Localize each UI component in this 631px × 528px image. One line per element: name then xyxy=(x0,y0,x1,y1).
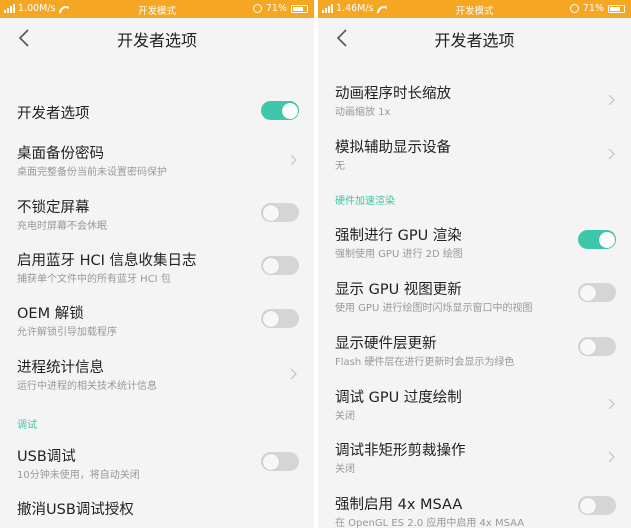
setting-subtitle: 允许解锁引导加载程序 xyxy=(17,327,117,338)
alarm-icon xyxy=(569,4,579,13)
settings-list: 开发者选项 桌面备份密码 桌面完整备份当前未设置密码保护 不锁定屏幕 充电时屏幕… xyxy=(0,58,314,528)
setting-title: USB调试 xyxy=(17,449,76,465)
show-hardware-layer-updates-toggle[interactable] xyxy=(578,337,616,356)
setting-title: 启用蓝牙 HCI 信息收集日志 xyxy=(17,253,197,269)
setting-stay-awake[interactable]: 不锁定屏幕 充电时屏幕不会休眠 xyxy=(0,192,314,236)
section-header-hardware-rendering: 硬件加速渲染 xyxy=(335,196,395,207)
setting-subtitle: 无 xyxy=(335,161,345,172)
setting-subtitle: 10分钟未使用，将自动关闭 xyxy=(17,470,140,481)
setting-subtitle: 关闭 xyxy=(335,411,355,422)
setting-subtitle: 使用 GPU 进行绘图时闪烁显示窗口中的视图 xyxy=(335,303,533,314)
setting-oem-unlock[interactable]: OEM 解锁 允许解锁引导加载程序 xyxy=(0,298,314,342)
setting-subtitle: 动画缩放 1x xyxy=(335,107,391,118)
setting-title: 强制进行 GPU 渲染 xyxy=(335,228,462,244)
status-bar: 1.46M/s 开发模式 71% xyxy=(318,0,631,18)
show-gpu-view-updates-toggle[interactable] xyxy=(578,283,616,302)
section-header-debug: 调试 xyxy=(17,420,37,431)
setting-debug-non-rect-clip[interactable]: 调试非矩形剪裁操作 关闭 xyxy=(318,435,631,479)
setting-subtitle: 充电时屏幕不会休眠 xyxy=(17,221,107,232)
left-screen: 1.00M/s 开发模式 71% 开发者选项 开发者选项 桌面备份密码 桌面完整… xyxy=(0,0,314,528)
setting-title: 桌面备份密码 xyxy=(17,146,104,162)
setting-title: 撤消USB调试授权 xyxy=(17,502,134,518)
chevron-right-icon xyxy=(608,451,615,463)
setting-title: 模拟辅助显示设备 xyxy=(335,140,451,156)
alarm-icon xyxy=(252,4,262,13)
setting-subtitle: 强制使用 GPU 进行 2D 绘图 xyxy=(335,249,463,260)
chevron-right-icon xyxy=(290,154,297,166)
battery-percent: 71% xyxy=(265,3,287,14)
stay-awake-toggle[interactable] xyxy=(261,203,299,222)
battery-icon xyxy=(608,4,625,13)
developer-options-toggle[interactable] xyxy=(261,101,299,120)
page-title: 开发者选项 xyxy=(434,31,515,50)
right-screen: 1.46M/s 开发模式 71% 开发者选项 动画程序时长缩放 动画缩放 1x … xyxy=(318,0,631,528)
setting-title: 调试 GPU 过度绘制 xyxy=(335,390,462,406)
chevron-right-icon xyxy=(608,398,615,410)
setting-subtitle: 桌面完整备份当前未设置密码保护 xyxy=(17,167,167,178)
nav-bar: 开发者选项 xyxy=(0,18,314,58)
setting-title: 调试非矩形剪裁操作 xyxy=(335,443,466,459)
oem-unlock-toggle[interactable] xyxy=(261,309,299,328)
page-title: 开发者选项 xyxy=(116,31,197,50)
setting-force-gpu-rendering[interactable]: 强制进行 GPU 渲染 强制使用 GPU 进行 2D 绘图 xyxy=(318,220,631,264)
force-gpu-rendering-toggle[interactable] xyxy=(578,230,616,249)
setting-revoke-usb-auth[interactable]: 撤消USB调试授权 xyxy=(0,494,314,528)
setting-show-gpu-view-updates[interactable]: 显示 GPU 视图更新 使用 GPU 进行绘图时闪烁显示窗口中的视图 xyxy=(318,274,631,318)
chevron-right-icon xyxy=(608,94,615,106)
setting-subtitle: 在 OpenGL ES 2.0 应用中启用 4x MSAA xyxy=(335,518,525,528)
nav-bar: 开发者选项 xyxy=(318,18,631,58)
setting-title: 显示 GPU 视图更新 xyxy=(335,282,462,298)
bluetooth-hci-log-toggle[interactable] xyxy=(261,256,299,275)
setting-subtitle: 捕获单个文件中的所有蓝牙 HCI 包 xyxy=(17,274,171,285)
setting-title: 动画程序时长缩放 xyxy=(335,86,451,102)
setting-usb-debugging[interactable]: USB调试 10分钟未使用，将自动关闭 xyxy=(0,441,314,485)
setting-show-hardware-layer-updates[interactable]: 显示硬件层更新 Flash 硬件层在进行更新时会显示为绿色 xyxy=(318,328,631,372)
setting-subtitle: 运行中进程的相关技术统计信息 xyxy=(17,381,157,392)
setting-process-stats[interactable]: 进程统计信息 运行中进程的相关技术统计信息 xyxy=(0,352,314,396)
setting-subtitle: 关闭 xyxy=(335,464,355,475)
setting-animator-duration-scale[interactable]: 动画程序时长缩放 动画缩放 1x xyxy=(318,78,631,122)
setting-debug-gpu-overdraw[interactable]: 调试 GPU 过度绘制 关闭 xyxy=(318,382,631,426)
status-bar: 1.00M/s 开发模式 71% xyxy=(0,0,314,18)
setting-title: 进程统计信息 xyxy=(17,360,104,376)
chevron-right-icon xyxy=(290,368,297,380)
setting-title: OEM 解锁 xyxy=(17,306,84,322)
setting-developer-options[interactable]: 开发者选项 xyxy=(0,92,314,128)
usb-debugging-toggle[interactable] xyxy=(261,452,299,471)
settings-list: 动画程序时长缩放 动画缩放 1x 模拟辅助显示设备 无 硬件加速渲染 强制进行 … xyxy=(318,58,631,528)
setting-title: 显示硬件层更新 xyxy=(335,336,437,352)
setting-title: 开发者选项 xyxy=(17,106,90,122)
setting-title: 强制启用 4x MSAA xyxy=(335,497,463,513)
chevron-right-icon xyxy=(608,148,615,160)
setting-simulate-secondary-display[interactable]: 模拟辅助显示设备 无 xyxy=(318,132,631,176)
battery-icon xyxy=(291,4,308,13)
setting-title: 不锁定屏幕 xyxy=(17,200,90,216)
setting-bluetooth-hci-log[interactable]: 启用蓝牙 HCI 信息收集日志 捕获单个文件中的所有蓝牙 HCI 包 xyxy=(0,245,314,289)
setting-subtitle: Flash 硬件层在进行更新时会显示为绿色 xyxy=(335,357,515,368)
setting-force-4x-msaa[interactable]: 强制启用 4x MSAA 在 OpenGL ES 2.0 应用中启用 4x MS… xyxy=(318,489,631,528)
force-4x-msaa-toggle[interactable] xyxy=(578,496,616,515)
setting-desktop-backup-password[interactable]: 桌面备份密码 桌面完整备份当前未设置密码保护 xyxy=(0,138,314,182)
battery-percent: 71% xyxy=(582,3,604,14)
